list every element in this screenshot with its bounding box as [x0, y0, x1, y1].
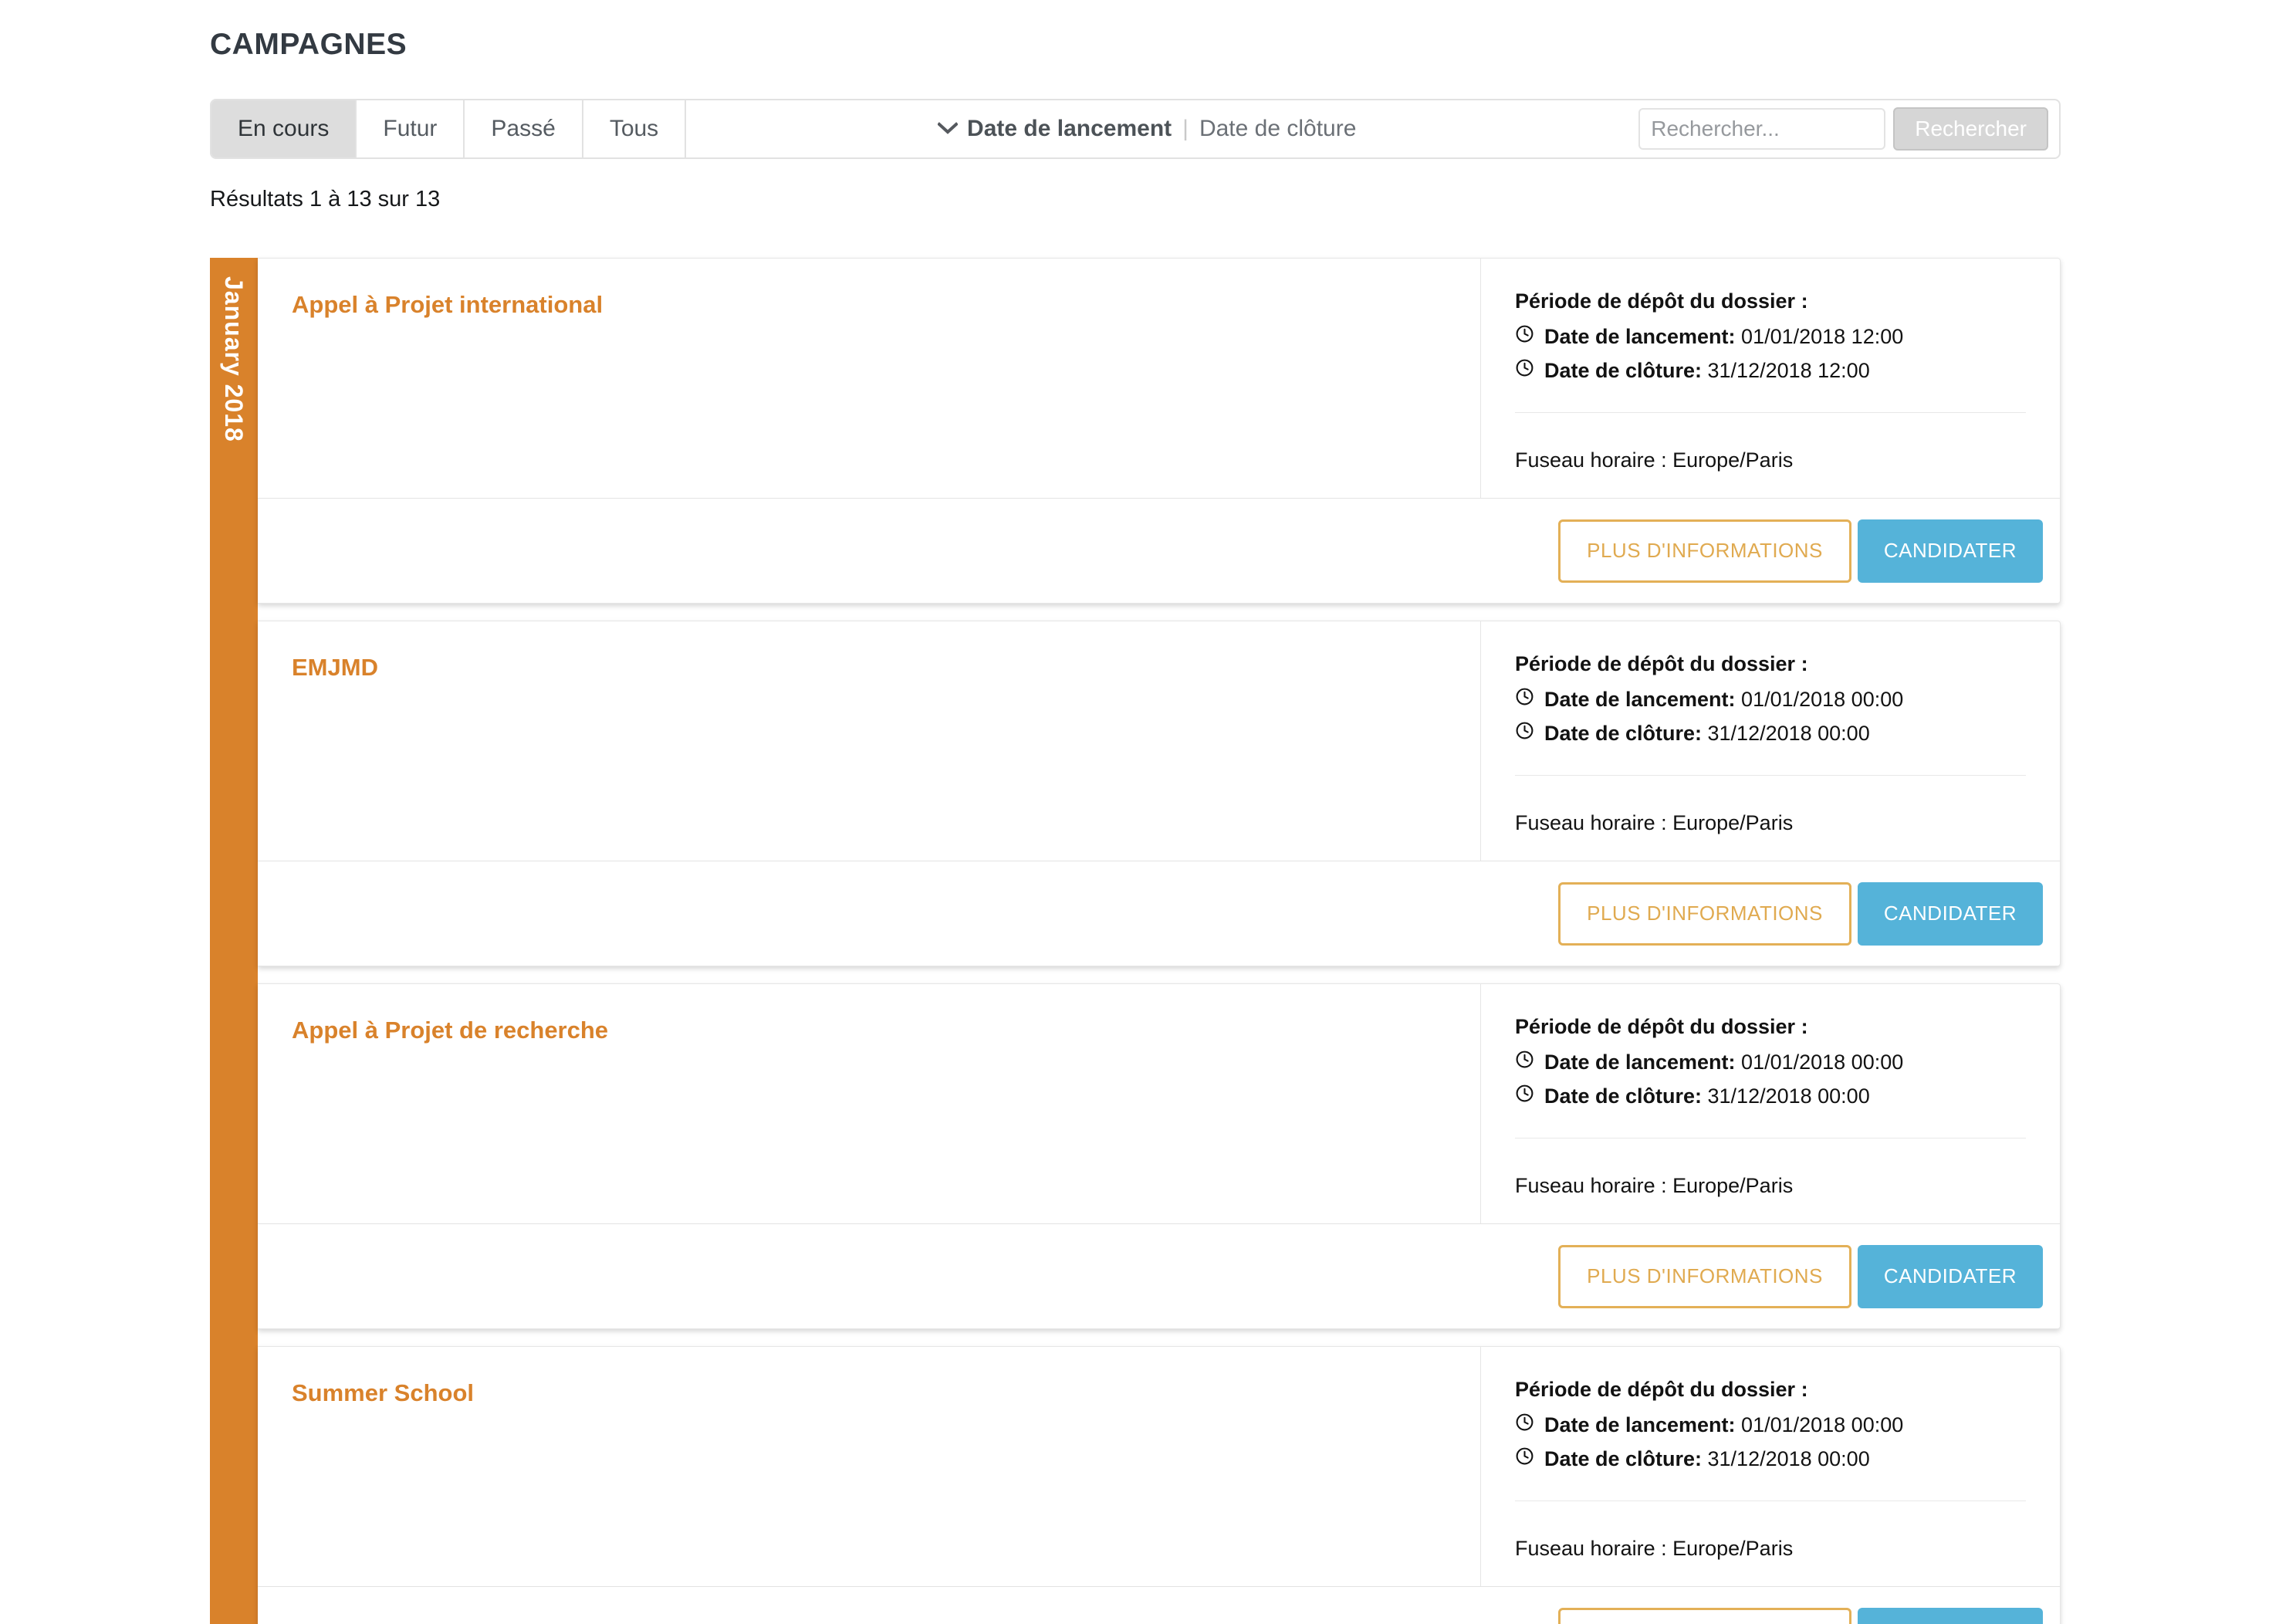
- launch-date-label: Date de lancement:: [1544, 1413, 1736, 1436]
- timezone-text: Fuseau horaire : Europe/Paris: [1515, 1174, 1794, 1197]
- timezone-text: Fuseau horaire : Europe/Paris: [1515, 448, 1794, 472]
- launch-date-label: Date de lancement:: [1544, 1051, 1736, 1074]
- period-heading: Période de dépôt du dossier :: [1515, 1378, 1808, 1401]
- close-date-value: 31/12/2018 00:00: [1707, 1447, 1870, 1470]
- timezone-text: Fuseau horaire : Europe/Paris: [1515, 1537, 1794, 1560]
- more-info-button[interactable]: PLUS D'INFORMATIONS: [1558, 519, 1851, 583]
- month-rail-label: January 2018: [210, 276, 258, 508]
- campaign-dates-panel: Période de dépôt du dossier : Date de la…: [1481, 1347, 2060, 1586]
- campaign-card-footer: PLUS D'INFORMATIONS CANDIDATER: [258, 498, 2060, 603]
- campaign-card-footer: PLUS D'INFORMATIONS CANDIDATER: [258, 861, 2060, 966]
- period-heading: Période de dépôt du dossier :: [1515, 1015, 1808, 1038]
- campaign-card-main: Appel à Projet international: [258, 259, 1481, 498]
- month-rail: January 2018: [210, 258, 258, 1624]
- launch-date-label: Date de lancement:: [1544, 325, 1736, 348]
- apply-button[interactable]: CANDIDATER: [1857, 881, 2043, 946]
- month-rail-label-text: January 2018: [220, 276, 248, 442]
- period-heading: Période de dépôt du dossier :: [1515, 289, 1808, 313]
- campaign-card-main: Appel à Projet de recherche: [258, 984, 1481, 1223]
- launch-date-line: Date de lancement: 01/01/2018 00:00: [1515, 1413, 2026, 1437]
- tab-passe[interactable]: Passé: [465, 100, 583, 157]
- clock-icon: [1515, 1447, 1540, 1470]
- campaign-title[interactable]: Appel à Projet international: [292, 291, 1446, 319]
- campaign-dates-panel: Période de dépôt du dossier : Date de la…: [1481, 621, 2060, 861]
- more-info-button[interactable]: PLUS D'INFORMATIONS: [1558, 881, 1851, 946]
- clock-icon: [1515, 722, 1540, 745]
- campaigns-list: January 2018 Appel à Projet internationa…: [210, 258, 2061, 1624]
- close-date-label: Date de clôture:: [1544, 1447, 1702, 1470]
- page-title: CAMPAGNES: [210, 28, 407, 61]
- close-date-line: Date de clôture: 31/12/2018 12:00: [1515, 358, 2026, 383]
- close-date-label: Date de clôture:: [1544, 722, 1702, 745]
- clock-icon: [1515, 325, 1540, 348]
- campaign-card[interactable]: Appel à Projet international Période de …: [258, 258, 2061, 604]
- close-date-label: Date de clôture:: [1544, 1084, 1702, 1108]
- search-input[interactable]: [1638, 108, 1886, 150]
- campaign-card-main: EMJMD: [258, 621, 1481, 861]
- clock-icon: [1515, 688, 1540, 711]
- filter-toolbar: En cours Futur Passé Tous Date de lancem…: [210, 99, 2061, 159]
- sort-by-launch-date[interactable]: Date de lancement: [967, 116, 1172, 142]
- campaign-cards-column: Appel à Projet international Période de …: [258, 258, 2061, 1624]
- launch-date-line: Date de lancement: 01/01/2018 00:00: [1515, 687, 2026, 712]
- close-date-value: 31/12/2018 12:00: [1707, 359, 1870, 382]
- launch-date-value: 01/01/2018 12:00: [1741, 325, 1904, 348]
- campaign-card-body: Appel à Projet de recherche Période de d…: [258, 984, 2060, 1223]
- close-date-line: Date de clôture: 31/12/2018 00:00: [1515, 721, 2026, 746]
- campaign-title[interactable]: Summer School: [292, 1379, 1446, 1407]
- launch-date-value: 01/01/2018 00:00: [1741, 1413, 1904, 1436]
- dates-divider: [1515, 412, 2026, 413]
- tab-tous[interactable]: Tous: [583, 100, 687, 157]
- search-area: Rechercher: [1638, 100, 2059, 157]
- close-date-value: 31/12/2018 00:00: [1707, 722, 1870, 745]
- campaign-title[interactable]: Appel à Projet de recherche: [292, 1017, 1446, 1044]
- dates-divider: [1515, 775, 2026, 776]
- sort-by-close-date[interactable]: Date de clôture: [1199, 116, 1356, 142]
- apply-button[interactable]: CANDIDATER: [1857, 1607, 2043, 1624]
- campaign-card-footer: PLUS D'INFORMATIONS CANDIDATER: [258, 1223, 2060, 1328]
- search-button[interactable]: Rechercher: [1893, 107, 2048, 151]
- close-date-label: Date de clôture:: [1544, 359, 1702, 382]
- apply-button[interactable]: CANDIDATER: [1857, 1244, 2043, 1308]
- close-date-value: 31/12/2018 00:00: [1707, 1084, 1870, 1108]
- tab-en-cours[interactable]: En cours: [211, 100, 357, 157]
- clock-icon: [1515, 1084, 1540, 1108]
- sort-separator: |: [1182, 116, 1189, 141]
- campaign-card[interactable]: Summer School Période de dépôt du dossie…: [258, 1346, 2061, 1624]
- tab-futur[interactable]: Futur: [357, 100, 465, 157]
- results-count: Résultats 1 à 13 sur 13: [210, 187, 441, 211]
- launch-date-line: Date de lancement: 01/01/2018 00:00: [1515, 1050, 2026, 1074]
- campaigns-page: CAMPAGNES En cours Futur Passé Tous Date…: [0, 0, 2269, 1624]
- close-date-line: Date de clôture: 31/12/2018 00:00: [1515, 1084, 2026, 1108]
- clock-icon: [1515, 1413, 1540, 1436]
- launch-date-value: 01/01/2018 00:00: [1741, 688, 1904, 711]
- campaign-title[interactable]: EMJMD: [292, 654, 1446, 682]
- campaign-card[interactable]: Appel à Projet de recherche Période de d…: [258, 983, 2061, 1329]
- period-heading: Période de dépôt du dossier :: [1515, 652, 1808, 675]
- clock-icon: [1515, 1051, 1540, 1074]
- campaign-card-main: Summer School: [258, 1347, 1481, 1586]
- launch-date-line: Date de lancement: 01/01/2018 12:00: [1515, 324, 2026, 349]
- chevron-down-icon[interactable]: [937, 117, 959, 137]
- apply-button[interactable]: CANDIDATER: [1857, 519, 2043, 583]
- campaign-card-body: Summer School Période de dépôt du dossie…: [258, 1347, 2060, 1586]
- campaign-card-body: Appel à Projet international Période de …: [258, 259, 2060, 498]
- more-info-button[interactable]: PLUS D'INFORMATIONS: [1558, 1244, 1851, 1308]
- campaign-dates-panel: Période de dépôt du dossier : Date de la…: [1481, 259, 2060, 498]
- close-date-line: Date de clôture: 31/12/2018 00:00: [1515, 1446, 2026, 1471]
- campaign-dates-panel: Période de dépôt du dossier : Date de la…: [1481, 984, 2060, 1223]
- campaign-card[interactable]: EMJMD Période de dépôt du dossier : Date…: [258, 621, 2061, 966]
- clock-icon: [1515, 359, 1540, 382]
- launch-date-label: Date de lancement:: [1544, 688, 1736, 711]
- sort-controls: Date de lancement | Date de clôture: [686, 100, 1638, 157]
- timezone-text: Fuseau horaire : Europe/Paris: [1515, 811, 1794, 834]
- campaign-card-body: EMJMD Période de dépôt du dossier : Date…: [258, 621, 2060, 861]
- more-info-button[interactable]: PLUS D'INFORMATIONS: [1558, 1607, 1851, 1624]
- campaign-card-footer: PLUS D'INFORMATIONS CANDIDATER: [258, 1586, 2060, 1624]
- launch-date-value: 01/01/2018 00:00: [1741, 1051, 1904, 1074]
